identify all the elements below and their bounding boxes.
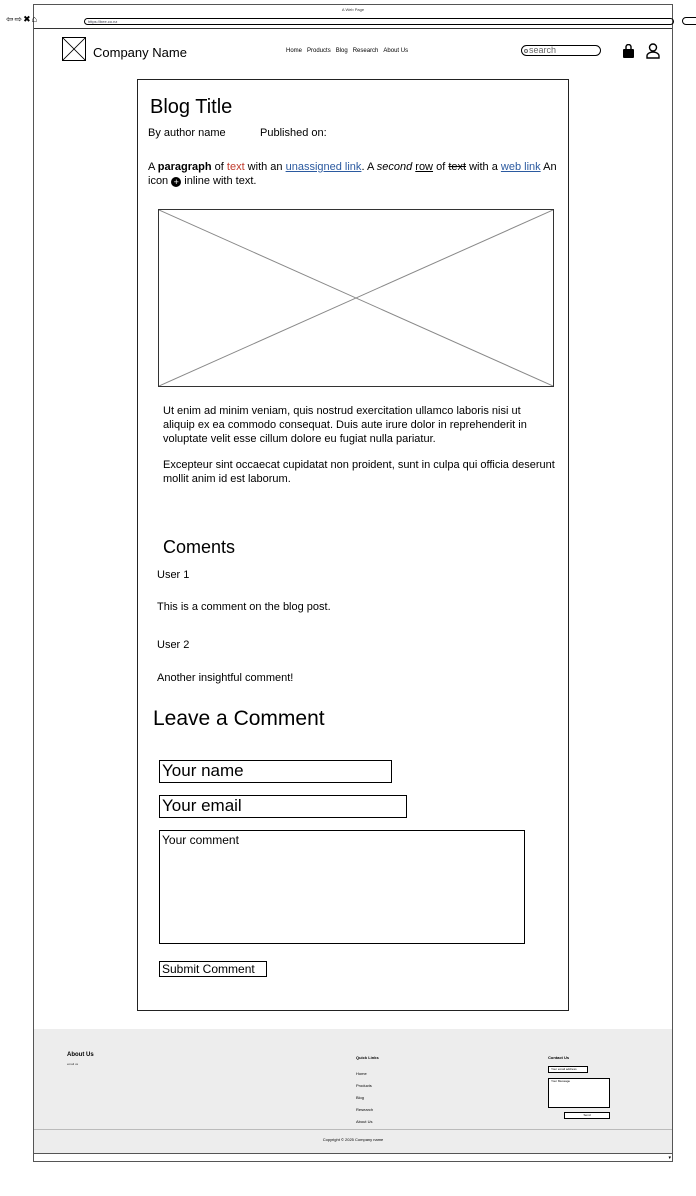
site-footer: About Us email us Quick Links Home Produ… <box>34 1029 672 1153</box>
leave-comment-heading: Leave a Comment <box>153 707 325 730</box>
body-paragraph-2: Excepteur sint occaecat cupidatat non pr… <box>163 459 555 485</box>
footer-contact-heading: Contact Us <box>548 1055 570 1060</box>
text-a: A <box>148 161 158 173</box>
site-header: Company Name Home Products Blog Research… <box>34 29 672 73</box>
text-of2: of <box>433 161 449 173</box>
published-date: Published on: <box>260 127 327 139</box>
comment-user: User 1 <box>157 569 190 581</box>
footer-quick-links: Home Products Blog Research About Us <box>356 1068 373 1128</box>
comments-heading: Coments <box>163 537 236 557</box>
body-paragraph-1: Ut enim ad minim veniam, quis nostrud ex… <box>163 405 527 445</box>
window-statusbar: ▾ <box>34 1153 672 1161</box>
email-field[interactable]: Your email <box>159 795 407 818</box>
address-bar[interactable]: https://bee.co.nz <box>84 18 674 25</box>
footer-email-input[interactable]: Your email address <box>548 1066 588 1073</box>
footer-link-blog[interactable]: Blog <box>356 1092 373 1104</box>
comment-user: User 2 <box>157 639 190 651</box>
footer-divider <box>34 1129 672 1130</box>
footer-email-link[interactable]: email us <box>67 1062 78 1066</box>
logo-placeholder[interactable] <box>62 37 86 61</box>
company-name[interactable]: Company Name <box>93 45 187 60</box>
search-placeholder: search <box>529 45 557 55</box>
name-field[interactable]: Your name <box>159 760 392 783</box>
article-image-placeholder <box>158 209 554 387</box>
menu-item-about[interactable]: About Us <box>383 48 408 54</box>
text-red: text <box>226 161 245 173</box>
footer-send-button[interactable]: Send <box>564 1112 610 1119</box>
browser-nav-icons[interactable]: ⇦⇨✖⌂ <box>6 14 38 25</box>
comment-text: Another insightful comment! <box>157 672 294 684</box>
search-input[interactable]: search <box>521 45 601 56</box>
footer-link-about[interactable]: About Us <box>356 1116 373 1128</box>
browser-window: A Web Page ⇦⇨✖⌂ https://bee.co.nz Compan… <box>6 4 696 1162</box>
footer-about-heading: About Us <box>67 1052 94 1058</box>
submit-comment-button[interactable]: Submit Comment <box>159 961 267 977</box>
footer-message-input[interactable]: Your Message <box>548 1078 610 1108</box>
unassigned-link[interactable]: unassigned link <box>286 161 362 173</box>
text-of: of <box>211 161 227 173</box>
comment-textarea[interactable]: Your comment <box>159 830 525 944</box>
text-tail: inline with text. <box>181 175 257 187</box>
blog-title: Blog Title <box>150 96 233 118</box>
window-toggle[interactable] <box>682 17 696 25</box>
footer-link-home[interactable]: Home <box>356 1068 373 1080</box>
author-name: By author name <box>148 127 226 139</box>
menu-item-home[interactable]: Home <box>286 48 302 54</box>
browser-titlebar: A Web Page ⇦⇨✖⌂ https://bee.co.nz <box>6 5 696 29</box>
text-with2: with a <box>466 161 501 173</box>
image-placeholder-icon <box>63 38 85 60</box>
image-placeholder-icon <box>159 210 553 386</box>
footer-link-research[interactable]: Research <box>356 1104 373 1116</box>
text-with: with an <box>244 161 286 173</box>
copyright: Copyright © 2025 Company name <box>322 1137 384 1142</box>
comment-text: This is a comment on the blog post. <box>157 601 331 613</box>
intro-paragraph: A paragraph of text with an unassigned l… <box>148 160 558 188</box>
footer-quick-links-heading: Quick Links <box>356 1055 379 1060</box>
blog-article: Blog Title By author name Published on: … <box>137 79 569 1011</box>
plus-circle-icon: + <box>171 177 182 187</box>
main-menu: Home Products Blog Research About Us <box>286 48 408 54</box>
text-underline: row <box>415 161 434 173</box>
window-title: A Web Page <box>341 7 365 12</box>
footer-link-products[interactable]: Products <box>356 1080 373 1092</box>
menu-item-blog[interactable]: Blog <box>336 48 348 54</box>
user-icon[interactable] <box>646 43 660 59</box>
resize-handle-icon[interactable]: ▾ <box>668 1155 671 1161</box>
text-bold: paragraph <box>157 161 212 173</box>
shopping-bag-icon[interactable] <box>622 44 635 58</box>
menu-item-research[interactable]: Research <box>353 48 379 54</box>
web-link[interactable]: web link <box>501 161 541 173</box>
search-icon <box>524 49 528 53</box>
article-body: Ut enim ad minim veniam, quis nostrud ex… <box>163 404 555 498</box>
text-mid: . A <box>361 161 377 173</box>
menu-item-products[interactable]: Products <box>307 48 331 54</box>
text-italic: second <box>376 161 413 173</box>
text-strike: text <box>448 161 467 173</box>
